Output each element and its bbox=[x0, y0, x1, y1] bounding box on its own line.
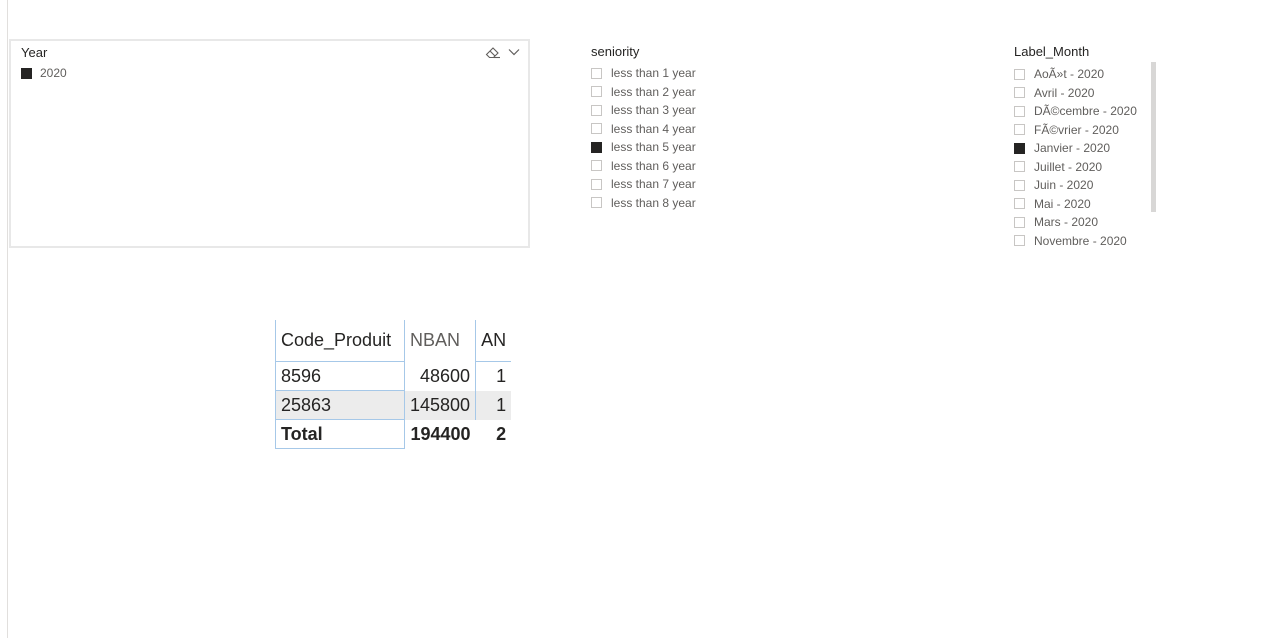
table-cell: 1 bbox=[475, 361, 512, 391]
label-month-slicer: Label_Month AoÃ»t - 2020 Avril - 2020 DÃ… bbox=[1014, 44, 1164, 254]
table-cell: 25863 bbox=[275, 390, 405, 420]
checkbox[interactable] bbox=[591, 86, 602, 98]
slicer-item[interactable]: FÃ©vrier - 2020 bbox=[1014, 121, 1137, 140]
checkbox[interactable] bbox=[1014, 68, 1025, 80]
checkbox[interactable] bbox=[591, 178, 602, 190]
seniority-slicer-title: seniority bbox=[591, 44, 640, 59]
checkbox[interactable] bbox=[591, 160, 602, 172]
slicer-item[interactable]: less than 2 year bbox=[591, 83, 696, 102]
table-row[interactable]: 8596 48600 1 bbox=[275, 361, 512, 391]
table-header-row: Code_Produit NBAN AN bbox=[275, 320, 512, 362]
slicer-item[interactable]: Novembre - 2020 bbox=[1014, 232, 1137, 251]
slicer-item[interactable]: less than 8 year bbox=[591, 194, 696, 213]
slicer-item-label: 2020 bbox=[40, 66, 67, 80]
slicer-item[interactable]: AoÃ»t - 2020 bbox=[1014, 65, 1137, 84]
checkbox[interactable] bbox=[1014, 216, 1025, 228]
checkbox[interactable] bbox=[1014, 179, 1025, 191]
slicer-item[interactable]: Mai - 2020 bbox=[1014, 195, 1137, 214]
slicer-item[interactable]: less than 1 year bbox=[591, 64, 696, 83]
table-cell: 1 bbox=[475, 390, 512, 420]
year-slicer: Year 2020 bbox=[9, 39, 530, 248]
checkbox[interactable] bbox=[21, 67, 32, 79]
slicer-item-label: AoÃ»t - 2020 bbox=[1034, 67, 1105, 82]
slicer-item[interactable]: less than 6 year bbox=[591, 157, 696, 176]
year-slicer-title: Year bbox=[21, 45, 48, 60]
total-label: Total bbox=[275, 419, 405, 449]
checkbox[interactable] bbox=[1014, 105, 1025, 117]
slicer-item-label: less than 4 year bbox=[611, 121, 696, 136]
slicer-item-label: DÃ©cembre - 2020 bbox=[1034, 104, 1137, 119]
table-cell: 8596 bbox=[275, 361, 405, 391]
slicer-item[interactable]: less than 7 year bbox=[591, 175, 696, 194]
table-row[interactable]: 25863 145800 1 bbox=[275, 390, 512, 420]
slicer-item[interactable]: less than 4 year bbox=[591, 120, 696, 139]
slicer-item-label: Janvier - 2020 bbox=[1034, 141, 1111, 156]
slicer-item-label: less than 5 year bbox=[611, 140, 696, 155]
checkbox[interactable] bbox=[1014, 235, 1025, 247]
column-header-an[interactable]: AN bbox=[475, 320, 512, 362]
slicer-item-label: FÃ©vrier - 2020 bbox=[1034, 122, 1119, 137]
label-month-slicer-title: Label_Month bbox=[1014, 44, 1090, 59]
slicer-item[interactable]: Janvier - 2020 bbox=[1014, 139, 1137, 158]
slicer-item[interactable]: DÃ©cembre - 2020 bbox=[1014, 102, 1137, 121]
total-nban: 194400 bbox=[403, 419, 476, 449]
slicer-item[interactable]: Juillet - 2020 bbox=[1014, 158, 1137, 177]
slicer-item[interactable]: Avril - 2020 bbox=[1014, 84, 1137, 103]
slicer-item-label: less than 1 year bbox=[611, 66, 696, 81]
seniority-list: less than 1 year less than 2 year less t… bbox=[591, 64, 696, 212]
canvas-left-edge bbox=[7, 0, 8, 638]
checkbox[interactable] bbox=[1014, 198, 1025, 210]
slicer-item[interactable]: Juin - 2020 bbox=[1014, 176, 1137, 195]
slicer-item-label: Mars - 2020 bbox=[1034, 215, 1099, 230]
checkbox[interactable] bbox=[1014, 124, 1025, 136]
label-month-scrollbar[interactable] bbox=[1151, 62, 1156, 212]
label-month-list: AoÃ»t - 2020 Avril - 2020 DÃ©cembre - 20… bbox=[1014, 65, 1137, 250]
checkbox[interactable] bbox=[1014, 142, 1025, 154]
slicer-item-2020[interactable]: 2020 bbox=[21, 66, 67, 80]
slicer-item-label: less than 2 year bbox=[611, 84, 696, 99]
slicer-item-label: less than 3 year bbox=[611, 103, 696, 118]
slicer-item-label: Juillet - 2020 bbox=[1034, 159, 1103, 174]
slicer-item-label: less than 8 year bbox=[611, 195, 696, 210]
checkbox[interactable] bbox=[591, 67, 602, 79]
slicer-item[interactable]: less than 3 year bbox=[591, 101, 696, 120]
column-header-nban[interactable]: NBAN bbox=[403, 320, 476, 362]
checkbox[interactable] bbox=[591, 123, 602, 135]
slicer-item-label: Mai - 2020 bbox=[1034, 196, 1091, 211]
slicer-item-label: less than 7 year bbox=[611, 177, 696, 192]
product-table: Code_Produit NBAN AN 8596 48600 1 25863 … bbox=[275, 320, 512, 449]
column-header-code-produit[interactable]: Code_Produit bbox=[275, 320, 405, 362]
checkbox[interactable] bbox=[591, 141, 602, 153]
slicer-item-label: Novembre - 2020 bbox=[1034, 233, 1127, 248]
chevron-down-icon[interactable] bbox=[507, 45, 521, 59]
slicer-item[interactable]: less than 5 year bbox=[591, 138, 696, 157]
slicer-item-label: less than 6 year bbox=[611, 158, 696, 173]
slicer-item[interactable]: Mars - 2020 bbox=[1014, 213, 1137, 232]
total-an: 2 bbox=[496, 423, 507, 444]
checkbox[interactable] bbox=[1014, 87, 1025, 99]
slicer-item-label: Juin - 2020 bbox=[1034, 178, 1094, 193]
table-cell: 145800 bbox=[403, 390, 476, 420]
eraser-icon[interactable] bbox=[485, 45, 501, 59]
checkbox[interactable] bbox=[1014, 161, 1025, 173]
slicer-item-label: Avril - 2020 bbox=[1034, 85, 1095, 100]
table-total-row: Total 194400 2 bbox=[275, 419, 512, 449]
checkbox[interactable] bbox=[591, 104, 602, 116]
checkbox[interactable] bbox=[591, 197, 602, 209]
table-cell: 48600 bbox=[403, 361, 476, 391]
